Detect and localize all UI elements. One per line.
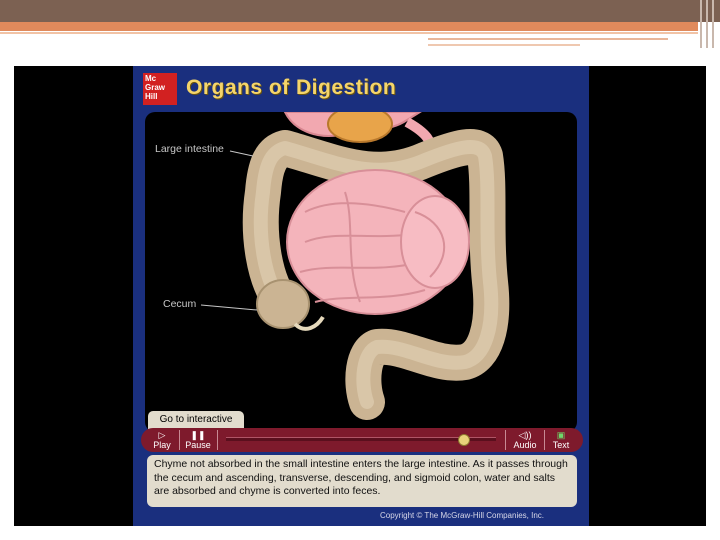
slide-header-band: [0, 0, 720, 22]
audio-button[interactable]: ◁)) Audio: [509, 430, 541, 450]
control-divider: [179, 430, 180, 450]
play-button[interactable]: ▷ Play: [148, 430, 176, 450]
caption-text: Chyme not absorbed in the small intestin…: [147, 455, 577, 507]
control-divider: [544, 430, 545, 450]
progress-track[interactable]: [226, 437, 496, 441]
slide-header-accent: [0, 22, 698, 31]
control-divider: [505, 430, 506, 450]
text-button[interactable]: ▣ Text: [547, 430, 575, 450]
illustration-viewer: [145, 112, 577, 432]
small-intestine-loop: [400, 195, 470, 289]
cecum-shape: [256, 279, 310, 329]
animation-title: Organs of Digestion: [186, 76, 397, 99]
slide-header-line: [428, 44, 580, 46]
go-to-interactive-tab[interactable]: Go to interactive: [148, 411, 244, 429]
copyright-notice: Copyright © The McGraw-Hill Companies, I…: [380, 511, 545, 520]
slide-header-line: [0, 32, 698, 34]
control-divider: [217, 430, 218, 450]
progress-thumb[interactable]: [457, 434, 470, 446]
slide-header-divider: [700, 0, 702, 48]
large-intestine-leader: [229, 150, 254, 157]
slide-header-line: [428, 38, 668, 40]
pancreas-shape: [327, 112, 393, 143]
slide-header-divider: [712, 0, 714, 48]
cecum-label: Cecum: [163, 298, 197, 310]
pause-button[interactable]: ❚❚ Pause: [182, 430, 214, 450]
slide-header-divider: [706, 0, 708, 48]
large-intestine-label: Large intestine: [155, 143, 224, 155]
cecum-leader: [200, 304, 258, 311]
intestine-illustration: [200, 112, 510, 420]
mcgraw-hill-logo: Mc Graw Hill: [143, 73, 177, 105]
